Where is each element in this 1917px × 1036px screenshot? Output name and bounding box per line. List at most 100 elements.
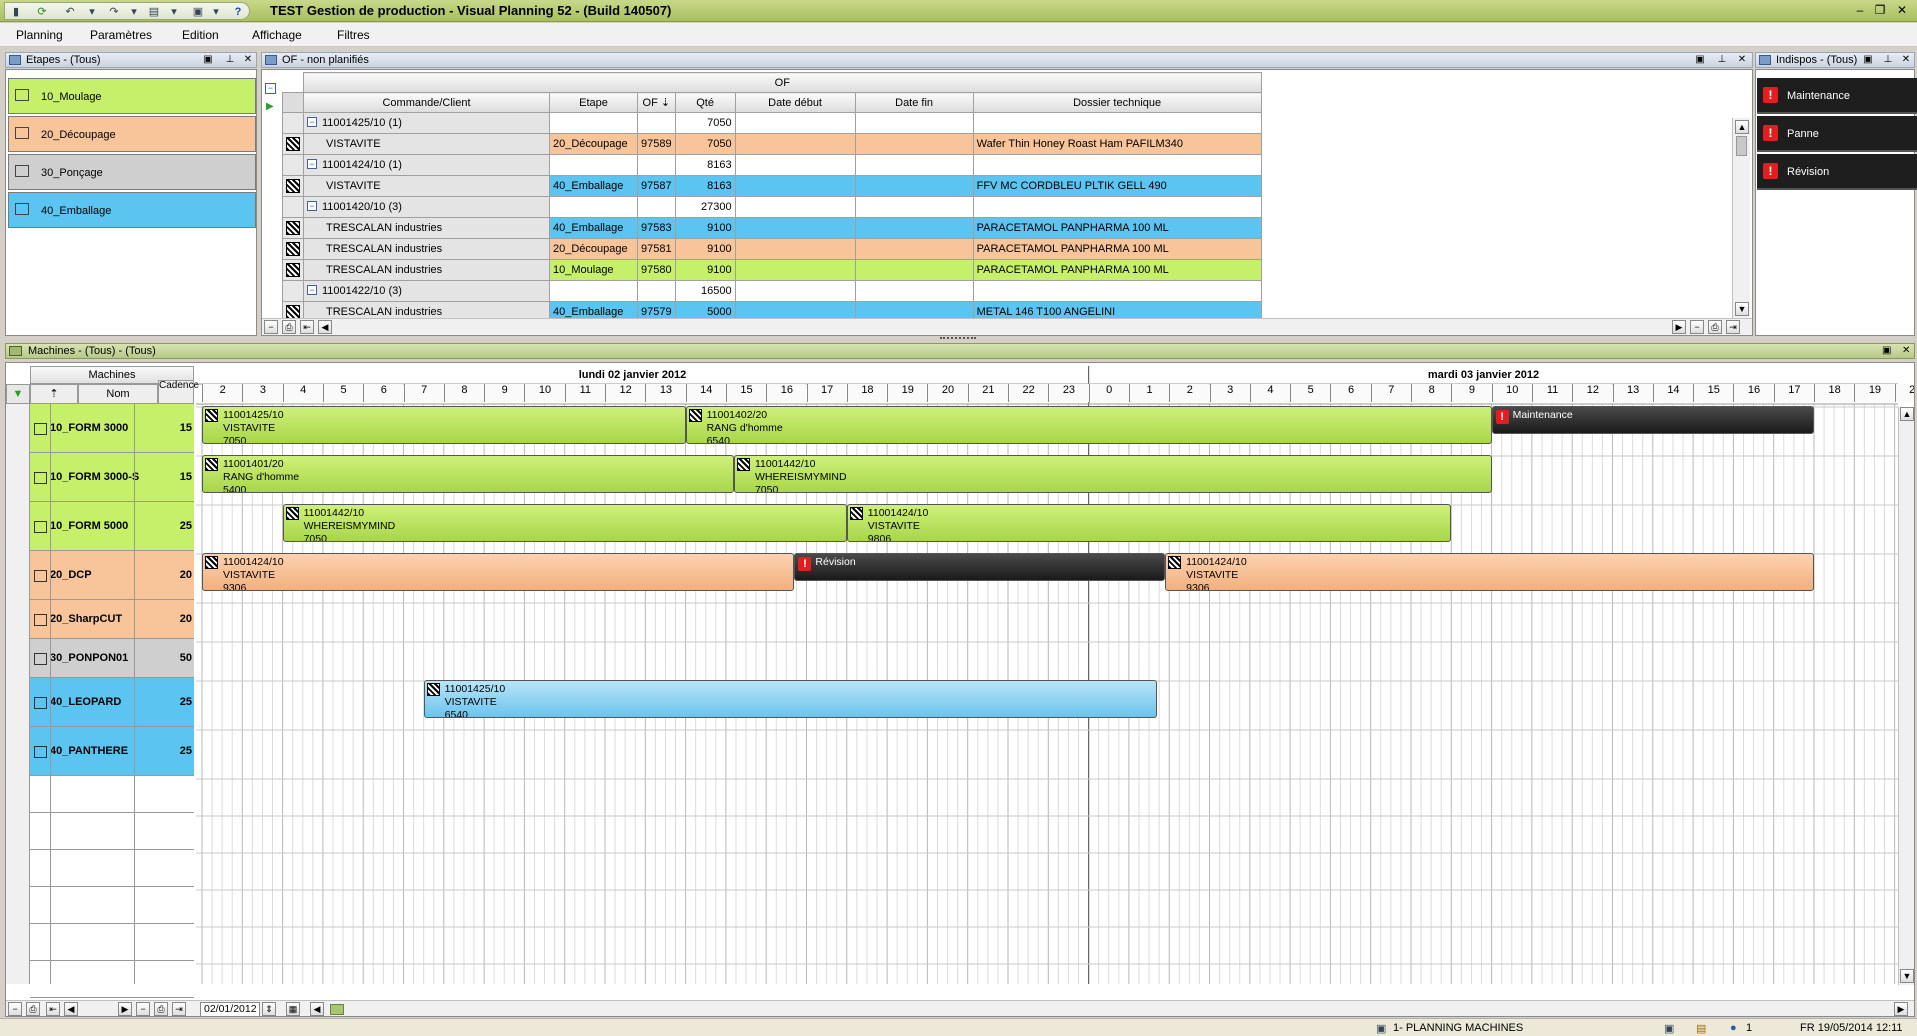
of-icon[interactable] xyxy=(286,305,300,319)
col-cadence-header[interactable]: Cadence xyxy=(158,380,199,404)
menu-planning[interactable]: Planning xyxy=(16,28,63,42)
collapse-icon[interactable]: − xyxy=(307,285,317,295)
column-header[interactable]: Date début xyxy=(734,92,856,113)
col-nom-header[interactable]: Nom xyxy=(78,384,158,404)
indispo-item[interactable]: ! Révision xyxy=(1757,154,1917,190)
of-bar[interactable]: 11001442/10 WHEREISMYMIND 7050 xyxy=(282,504,847,542)
close-icon[interactable]: ✕ xyxy=(1900,53,1912,67)
of-icon[interactable] xyxy=(286,179,300,193)
machine-row[interactable]: 10_FORM 3000 15 xyxy=(30,404,194,453)
menu-edition[interactable]: Edition xyxy=(182,28,219,42)
date-field[interactable]: 02/01/2012 xyxy=(200,1002,260,1016)
machine-row[interactable]: 40_LEOPARD 25 xyxy=(30,678,194,727)
scroll-left-icon[interactable]: ◀ xyxy=(318,320,332,334)
dock-icon[interactable]: ▣ xyxy=(1882,344,1891,358)
of-icon[interactable] xyxy=(286,137,300,151)
scroll-right-icon[interactable]: ▶ xyxy=(1894,1002,1908,1016)
dropdown-icon[interactable]: ▾ xyxy=(167,5,181,19)
dropdown-icon[interactable]: ▾ xyxy=(209,5,223,19)
scroll-up-icon[interactable]: ▲ xyxy=(1900,407,1914,421)
first-icon[interactable]: ⇤ xyxy=(46,1002,60,1016)
minus-icon[interactable]: − xyxy=(8,1002,22,1016)
scroll-up-icon[interactable]: ▲ xyxy=(1735,120,1749,134)
menu-filtres[interactable]: Filtres xyxy=(337,28,370,42)
machine-row[interactable]: 10_FORM 5000 25 xyxy=(30,502,194,551)
machine-row[interactable]: 20_DCP 20 xyxy=(30,551,194,600)
pin-icon[interactable]: ⊥ xyxy=(1882,53,1894,67)
scroll-right-icon[interactable]: ▶ xyxy=(1672,320,1686,334)
table-row[interactable]: TRESCALAN industries 20_Découpage 97581 910… xyxy=(282,238,1262,260)
of-icon[interactable] xyxy=(286,242,300,256)
scroll-left-icon[interactable]: ◀ xyxy=(310,1002,324,1016)
dropdown-icon[interactable]: ▾ xyxy=(85,5,99,19)
minus-icon[interactable]: − xyxy=(264,320,278,334)
column-header[interactable]: Etape xyxy=(549,92,638,113)
date-spinner-icon[interactable]: ⇕ xyxy=(262,1002,276,1016)
minus-icon[interactable]: − xyxy=(1690,320,1704,334)
indispo-item[interactable]: ! Panne xyxy=(1757,116,1917,152)
machine-row[interactable]: 20_SharpCUT 20 xyxy=(30,600,194,639)
sort-asc-icon[interactable]: ⇡ xyxy=(30,384,78,404)
print-icon[interactable]: ⎙ xyxy=(1708,320,1722,334)
scroll-thumb[interactable] xyxy=(330,1004,344,1015)
table-row[interactable]: VISTAVITE 20_Découpage 97589 7050 Wafer Thin… xyxy=(282,133,1262,155)
dock-icon[interactable]: ▣ xyxy=(202,53,214,67)
menu-affichage[interactable]: Affichage xyxy=(252,28,302,42)
scroll-down-icon[interactable]: ▼ xyxy=(1900,969,1914,983)
table-row[interactable]: −11001422/10 (3) 16500 xyxy=(282,280,1262,302)
vertical-scrollbar[interactable]: ▲ ▼ xyxy=(1732,118,1750,319)
scroll-right-icon[interactable]: ▶ xyxy=(118,1002,132,1016)
table-row[interactable]: TRESCALAN industries 10_Moulage 97580 9100 P… xyxy=(282,259,1262,281)
table-row[interactable]: VISTAVITE 40_Emballage 97587 8163 FFV MC COR… xyxy=(282,175,1262,197)
etape-item[interactable]: 40_Emballage xyxy=(8,192,256,228)
of-icon[interactable] xyxy=(286,263,300,277)
minimize-icon[interactable]: – xyxy=(1852,3,1868,17)
calendar-icon[interactable]: ▦ xyxy=(286,1002,300,1016)
sort-desc-icon[interactable]: ⇣ xyxy=(661,97,670,109)
help-icon[interactable]: ? xyxy=(231,5,245,19)
filter-icon[interactable]: ▼ xyxy=(6,384,30,404)
table-row[interactable]: TRESCALAN industries 40_Emballage 97583 910… xyxy=(282,217,1262,239)
restore-icon[interactable]: ❐ xyxy=(1872,3,1888,17)
print-icon[interactable]: ⎙ xyxy=(154,1002,168,1016)
of-bar[interactable]: 11001442/10 WHEREISMYMIND 7050 xyxy=(733,455,1492,493)
of-bar[interactable]: 11001425/10 VISTAVITE 6540 xyxy=(423,680,1158,718)
of-bar[interactable]: 11001424/10 VISTAVITE 9306 xyxy=(202,553,795,591)
print-icon[interactable]: ⎙ xyxy=(282,320,296,334)
dock-icon[interactable]: ▣ xyxy=(1862,53,1874,67)
column-header[interactable]: Commande/Client xyxy=(303,92,550,113)
horizontal-scrollbar[interactable]: − ⎙ ⇤ ◀ ▶ − ⎙ ⇥ xyxy=(262,318,1752,335)
collapse-icon[interactable]: − xyxy=(307,159,317,169)
of-bar[interactable]: 11001424/10 VISTAVITE 9306 xyxy=(1165,553,1814,591)
play-icon[interactable]: ▶ xyxy=(266,101,274,112)
scroll-down-icon[interactable]: ▼ xyxy=(1735,302,1749,316)
indispo-item[interactable]: ! Maintenance xyxy=(1757,78,1917,114)
of-bar[interactable]: 11001425/10 VISTAVITE 7050 xyxy=(202,406,686,444)
unavailability-bar[interactable]: ! Révision xyxy=(794,553,1166,581)
scroll-thumb[interactable] xyxy=(1736,136,1747,156)
of-bar[interactable]: 11001424/10 VISTAVITE 9806 xyxy=(846,504,1452,542)
close-icon[interactable]: ✕ xyxy=(242,53,254,67)
of-icon[interactable] xyxy=(286,221,300,235)
close-icon[interactable]: ✕ xyxy=(1736,53,1748,67)
print-icon[interactable]: ⎙ xyxy=(26,1002,40,1016)
redo-icon[interactable]: ↷ xyxy=(107,5,121,19)
column-header[interactable]: Qté xyxy=(674,92,736,113)
collapse-all-icon[interactable]: − xyxy=(265,83,276,94)
status-view[interactable]: 1- PLANNING MACHINES xyxy=(1393,1022,1523,1034)
column-header[interactable]: OF ⇣ xyxy=(637,92,676,113)
etape-item[interactable]: 30_Ponçage xyxy=(8,154,256,190)
splitter-handle[interactable] xyxy=(940,337,976,341)
table-row[interactable]: −11001425/10 (1) 7050 xyxy=(282,112,1262,134)
pin-icon[interactable]: ⊥ xyxy=(224,53,236,67)
close-icon[interactable]: ✕ xyxy=(1894,3,1910,17)
window-icon[interactable]: ▣ xyxy=(191,5,205,19)
first-icon[interactable]: ⇤ xyxy=(300,320,314,334)
column-header[interactable]: Date fin xyxy=(854,92,974,113)
close-icon[interactable]: ✕ xyxy=(1902,344,1910,358)
machine-row[interactable]: 10_FORM 3000-S 15 xyxy=(30,453,194,502)
print-icon[interactable]: ▤ xyxy=(147,5,161,19)
table-row[interactable]: −11001424/10 (1) 8163 xyxy=(282,154,1262,176)
of-bar[interactable]: 11001402/20 RANG d'homme 6540 xyxy=(685,406,1492,444)
table-row[interactable]: −11001420/10 (3) 27300 xyxy=(282,196,1262,218)
